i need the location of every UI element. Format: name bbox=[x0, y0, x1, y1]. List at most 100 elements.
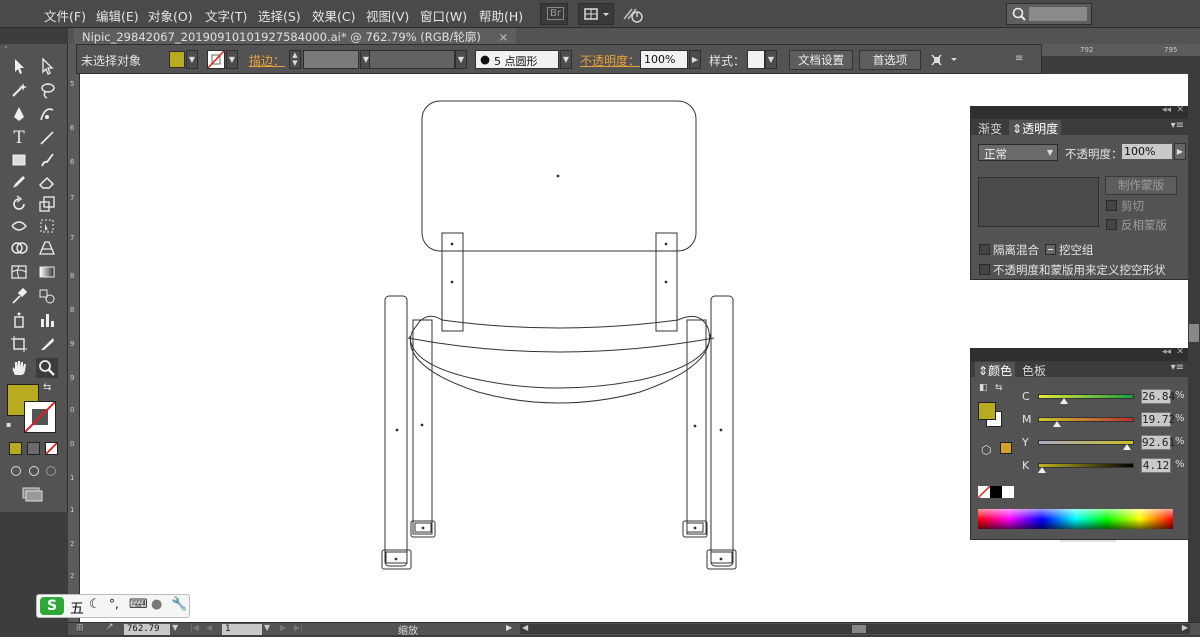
graphic-style-dropdown[interactable]: ▼ bbox=[765, 50, 777, 69]
rotate-tool-icon[interactable] bbox=[8, 194, 30, 214]
type-tool-icon[interactable]: T bbox=[8, 128, 30, 148]
search-input[interactable] bbox=[1029, 7, 1087, 21]
channel-value-c[interactable]: 26.84 bbox=[1141, 389, 1175, 404]
menu-object[interactable]: 对象(O) bbox=[148, 6, 193, 25]
sogou-logo-icon[interactable]: S bbox=[40, 597, 64, 615]
export-icon[interactable]: ↗ bbox=[106, 622, 114, 632]
curvature-tool-icon[interactable] bbox=[36, 104, 58, 124]
rectangle-tool-icon[interactable] bbox=[8, 150, 30, 170]
column-graph-tool-icon[interactable] bbox=[36, 310, 58, 330]
free-transform-tool-icon[interactable] bbox=[36, 216, 58, 236]
zoom-tool-icon[interactable] bbox=[36, 358, 58, 378]
eraser-tool-icon[interactable] bbox=[36, 172, 58, 192]
opacity-mask-knockout-checkbox[interactable] bbox=[979, 264, 990, 275]
fill-color-swatch[interactable] bbox=[169, 51, 185, 68]
panel-header[interactable]: ◂◂ ✕ bbox=[971, 105, 1189, 119]
left-front-leg[interactable] bbox=[384, 295, 408, 567]
tab-gradient[interactable]: 渐变 bbox=[975, 120, 1005, 137]
slider-thumb[interactable] bbox=[1052, 421, 1061, 427]
variable-width-profile[interactable] bbox=[369, 50, 455, 69]
slider-thumb[interactable] bbox=[1037, 467, 1046, 473]
width-tool-icon[interactable] bbox=[8, 216, 30, 236]
status-menu-arrow[interactable]: ▶ bbox=[506, 623, 512, 632]
scroll-left-arrow[interactable]: ◀ bbox=[522, 623, 528, 632]
user-icon[interactable]: ● bbox=[151, 597, 162, 612]
control-bar-menu-icon[interactable]: ≡ bbox=[1015, 53, 1023, 64]
horizontal-scroll-thumb[interactable] bbox=[852, 625, 866, 633]
channel-value-k[interactable]: 4.12 bbox=[1141, 458, 1171, 473]
knockout-group-checkbox[interactable] bbox=[1045, 244, 1056, 255]
menu-window[interactable]: 窗口(W) bbox=[420, 6, 467, 25]
draw-mode-buttons[interactable] bbox=[8, 464, 60, 478]
preferences-button[interactable]: 首选项 bbox=[859, 50, 921, 70]
shape-builder-tool-icon[interactable] bbox=[8, 238, 30, 258]
symbol-sprayer-tool-icon[interactable] bbox=[8, 310, 30, 330]
stroke-color-swatch[interactable] bbox=[207, 50, 225, 69]
line-tool-icon[interactable] bbox=[36, 128, 58, 148]
eyedropper-tool-icon[interactable] bbox=[8, 286, 30, 306]
panel-header[interactable]: ◂◂ ✕ bbox=[971, 347, 1189, 361]
magic-wand-tool-icon[interactable] bbox=[8, 80, 30, 100]
menu-type[interactable]: 文字(T) bbox=[205, 6, 247, 25]
gradient-mode-button[interactable] bbox=[27, 442, 40, 455]
channel-slider-c[interactable] bbox=[1038, 394, 1134, 399]
keyboard-icon[interactable]: ⌨ bbox=[129, 597, 148, 612]
toolbox-collapse-icon[interactable]: « bbox=[4, 44, 64, 52]
punctuation-icon[interactable]: °, bbox=[109, 597, 119, 611]
menu-effect[interactable]: 效果(C) bbox=[312, 6, 355, 25]
horizontal-scrollbar[interactable]: ◀ ▶ bbox=[520, 623, 1190, 634]
paintbrush-tool-icon[interactable] bbox=[36, 150, 58, 170]
settings-wrench-icon[interactable]: 🔧 bbox=[171, 597, 187, 612]
artboard-number-field[interactable]: 1 bbox=[222, 624, 262, 635]
none-mode-button[interactable] bbox=[45, 442, 58, 455]
opacity-dropdown[interactable]: ▶ bbox=[689, 50, 701, 69]
slider-thumb[interactable] bbox=[1122, 444, 1131, 450]
color-spectrum-bar[interactable] bbox=[978, 509, 1173, 529]
swap-fill-stroke-icon[interactable]: ⇆ bbox=[43, 382, 51, 393]
search-box[interactable] bbox=[1006, 3, 1092, 25]
graphic-style-swatch[interactable] bbox=[747, 50, 765, 69]
slider-thumb[interactable] bbox=[1059, 398, 1068, 404]
tab-transparency[interactable]: ⇕透明度 bbox=[1009, 120, 1062, 137]
menu-view[interactable]: 视图(V) bbox=[366, 6, 409, 25]
channel-slider-k[interactable] bbox=[1038, 463, 1134, 468]
vertical-scrollbar[interactable] bbox=[1188, 74, 1200, 622]
profile-dropdown[interactable]: ▼ bbox=[455, 50, 467, 69]
stroke-weight-input[interactable] bbox=[303, 50, 359, 69]
channel-value-m[interactable]: 19.72 bbox=[1141, 412, 1175, 427]
collapse-panel-icon[interactable]: ◂◂ bbox=[1162, 105, 1171, 115]
right-front-leg[interactable] bbox=[710, 295, 734, 567]
document-setup-button[interactable]: 文档设置 bbox=[789, 50, 853, 70]
artboard-tool-icon[interactable] bbox=[8, 334, 30, 354]
seat-inner-curve[interactable] bbox=[409, 333, 711, 389]
blend-tool-icon[interactable] bbox=[36, 286, 58, 306]
clip-checkbox[interactable] bbox=[1106, 200, 1117, 211]
slice-tool-icon[interactable] bbox=[36, 334, 58, 354]
brush-definition-field[interactable]: ● 5 点圆形 bbox=[475, 50, 559, 69]
tab-swatches[interactable]: 色板 bbox=[1019, 362, 1049, 379]
zoom-level-field[interactable]: 762.79 bbox=[124, 624, 170, 635]
pen-tool-icon[interactable] bbox=[8, 104, 30, 124]
tab-color[interactable]: ⇕颜色 bbox=[975, 362, 1016, 379]
close-tab-icon[interactable]: × bbox=[499, 30, 509, 44]
brush-dropdown[interactable]: ▼ bbox=[560, 50, 572, 69]
mesh-tool-icon[interactable] bbox=[8, 262, 30, 282]
scroll-right-arrow[interactable]: ▶ bbox=[1182, 623, 1188, 632]
bridge-button[interactable]: Br bbox=[540, 3, 568, 25]
collapse-panel-icon[interactable]: ◂◂ bbox=[1162, 347, 1171, 357]
artboard-dropdown[interactable]: ▼ bbox=[264, 623, 270, 632]
stroke-weight-label[interactable]: 描边： bbox=[249, 52, 285, 69]
stroke-weight-stepper[interactable]: ▲ ▼ bbox=[289, 50, 301, 69]
gpu-performance-icon[interactable] bbox=[622, 5, 646, 26]
last-artboard-button[interactable]: ▶| bbox=[294, 623, 303, 632]
panel-menu-icon[interactable]: ▾≡ bbox=[1171, 362, 1184, 373]
direct-selection-tool-icon[interactable] bbox=[36, 56, 58, 76]
first-artboard-button[interactable]: |◀ bbox=[190, 623, 199, 632]
vertical-scroll-thumb[interactable] bbox=[1189, 324, 1199, 342]
hand-tool-icon[interactable] bbox=[8, 358, 30, 378]
stroke-swatch[interactable] bbox=[24, 401, 56, 433]
gradient-tool-icon[interactable] bbox=[36, 262, 58, 282]
channel-slider-y[interactable] bbox=[1038, 440, 1134, 445]
menu-edit[interactable]: 编辑(E) bbox=[96, 6, 139, 25]
document-info-icon[interactable]: ⊞ bbox=[76, 623, 84, 633]
